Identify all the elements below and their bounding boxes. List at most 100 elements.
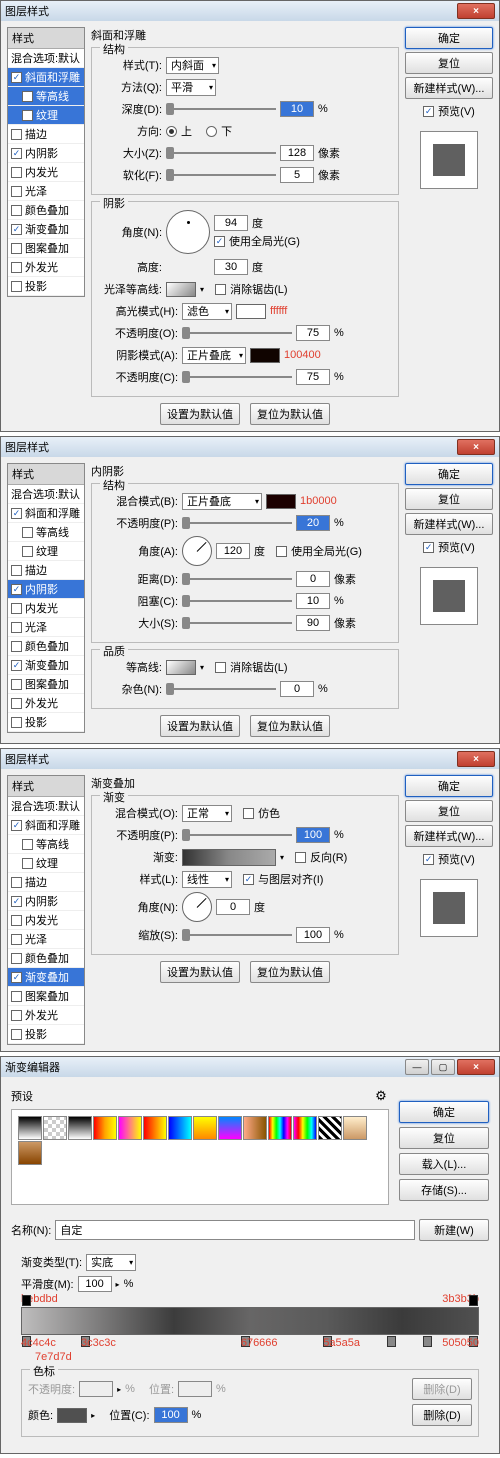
set-default-button[interactable]: 设置为默认值 (160, 403, 240, 425)
checkbox[interactable] (11, 991, 22, 1002)
method-dropdown[interactable]: 平滑 (166, 79, 216, 96)
style-stroke[interactable]: 描边 (8, 561, 84, 580)
align-checkbox[interactable] (243, 874, 254, 885)
preset-swatch[interactable] (143, 1116, 167, 1140)
style-inner-glow[interactable]: 内发光 (8, 599, 84, 618)
preset-swatch[interactable] (268, 1116, 292, 1140)
stop-opacity-input[interactable] (79, 1381, 113, 1397)
style-color-overlay[interactable]: 颜色叠加 (8, 949, 84, 968)
preset-swatch[interactable] (43, 1116, 67, 1140)
preset-swatch[interactable] (118, 1116, 142, 1140)
opacity-slider[interactable] (182, 516, 292, 530)
preview-checkbox[interactable] (423, 854, 434, 865)
opacity-stop[interactable] (469, 1295, 478, 1306)
global-light-checkbox[interactable] (214, 236, 225, 247)
altitude-input[interactable]: 30 (214, 259, 248, 275)
gradient-picker[interactable] (182, 849, 276, 866)
angle-dial[interactable] (182, 892, 212, 922)
preset-swatch[interactable] (193, 1116, 217, 1140)
blend-mode-dropdown[interactable]: 正片叠底 (182, 493, 262, 510)
stop-position-input[interactable]: 100 (154, 1407, 188, 1423)
checkbox[interactable] (11, 717, 22, 728)
style-inner-glow[interactable]: 内发光 (8, 163, 84, 182)
checkbox[interactable] (22, 546, 33, 557)
scale-slider[interactable] (182, 928, 292, 942)
checkbox[interactable] (22, 527, 33, 538)
blend-options[interactable]: 混合选项:默认 (8, 485, 84, 504)
style-contour[interactable]: 等高线 (8, 523, 84, 542)
checkbox[interactable] (11, 262, 22, 273)
angle-dial[interactable] (166, 210, 210, 254)
antialias-checkbox[interactable] (215, 284, 226, 295)
blend-mode-dropdown[interactable]: 正常 (182, 805, 232, 822)
style-drop-shadow[interactable]: 投影 (8, 1025, 84, 1044)
distance-slider[interactable] (182, 572, 292, 586)
preview-checkbox[interactable] (423, 542, 434, 553)
preset-swatch[interactable] (218, 1116, 242, 1140)
style-pattern-overlay[interactable]: 图案叠加 (8, 239, 84, 258)
minimize-button[interactable]: — (405, 1059, 429, 1075)
titlebar[interactable]: 渐变编辑器 — ▢ × (1, 1057, 499, 1077)
style-satin[interactable]: 光泽 (8, 182, 84, 201)
preset-swatch[interactable] (243, 1116, 267, 1140)
antialias-checkbox[interactable] (215, 662, 226, 673)
opacity-stop[interactable] (22, 1295, 31, 1306)
highlight-color[interactable] (236, 304, 266, 319)
checkbox[interactable] (11, 72, 22, 83)
checkbox[interactable] (22, 110, 33, 121)
style-satin[interactable]: 光泽 (8, 930, 84, 949)
smoothness-input[interactable]: 100 (78, 1276, 112, 1292)
shadow-color[interactable] (250, 348, 280, 363)
sh-opacity-slider[interactable] (182, 370, 292, 384)
preset-swatch[interactable] (168, 1116, 192, 1140)
grad-style-dropdown[interactable]: 线性 (182, 871, 232, 888)
checkbox[interactable] (11, 129, 22, 140)
gradient-strip[interactable] (21, 1307, 479, 1335)
reset-default-button[interactable]: 复位为默认值 (250, 715, 330, 737)
depth-input[interactable]: 10 (280, 101, 314, 117)
style-inner-shadow[interactable]: 内阴影 (8, 892, 84, 911)
checkbox[interactable] (11, 622, 22, 633)
checkbox[interactable] (11, 243, 22, 254)
style-inner-glow[interactable]: 内发光 (8, 911, 84, 930)
checkbox[interactable] (11, 508, 22, 519)
shadow-color[interactable] (266, 494, 296, 509)
ok-button[interactable]: 确定 (405, 27, 493, 49)
opacity-input[interactable]: 100 (296, 827, 330, 843)
preset-swatch[interactable] (318, 1116, 342, 1140)
style-color-overlay[interactable]: 颜色叠加 (8, 637, 84, 656)
cancel-button[interactable]: 复位 (405, 52, 493, 74)
checkbox[interactable] (11, 679, 22, 690)
contour-picker[interactable] (166, 660, 196, 675)
close-button[interactable]: × (457, 3, 495, 19)
checkbox[interactable] (11, 205, 22, 216)
style-inner-shadow[interactable]: 内阴影 (8, 144, 84, 163)
blend-options[interactable]: 混合选项:默认 (8, 49, 84, 68)
style-gradient-overlay[interactable]: 渐变叠加 (8, 220, 84, 239)
checkbox[interactable] (11, 877, 22, 888)
style-outer-glow[interactable]: 外发光 (8, 694, 84, 713)
gloss-contour[interactable] (166, 282, 196, 297)
soften-input[interactable]: 5 (280, 167, 314, 183)
new-style-button[interactable]: 新建样式(W)... (405, 825, 493, 847)
checkbox[interactable] (11, 896, 22, 907)
size-slider[interactable] (166, 146, 276, 160)
style-stroke[interactable]: 描边 (8, 873, 84, 892)
new-style-button[interactable]: 新建样式(W)... (405, 513, 493, 535)
angle-input[interactable]: 0 (216, 899, 250, 915)
checkbox[interactable] (11, 584, 22, 595)
style-texture[interactable]: 纹理 (8, 854, 84, 873)
style-pattern-overlay[interactable]: 图案叠加 (8, 987, 84, 1006)
style-outer-glow[interactable]: 外发光 (8, 258, 84, 277)
style-contour[interactable]: 等高线 (8, 835, 84, 854)
style-bevel[interactable]: 斜面和浮雕 (8, 816, 84, 835)
set-default-button[interactable]: 设置为默认值 (160, 715, 240, 737)
size-input[interactable]: 90 (296, 615, 330, 631)
preset-swatch[interactable] (68, 1116, 92, 1140)
angle-input[interactable]: 120 (216, 543, 250, 559)
delete-button[interactable]: 删除(D) (412, 1404, 472, 1426)
opacity-slider[interactable] (182, 828, 292, 842)
checkbox[interactable] (11, 660, 22, 671)
close-button[interactable]: × (457, 1059, 495, 1075)
cancel-button[interactable]: 复位 (405, 488, 493, 510)
